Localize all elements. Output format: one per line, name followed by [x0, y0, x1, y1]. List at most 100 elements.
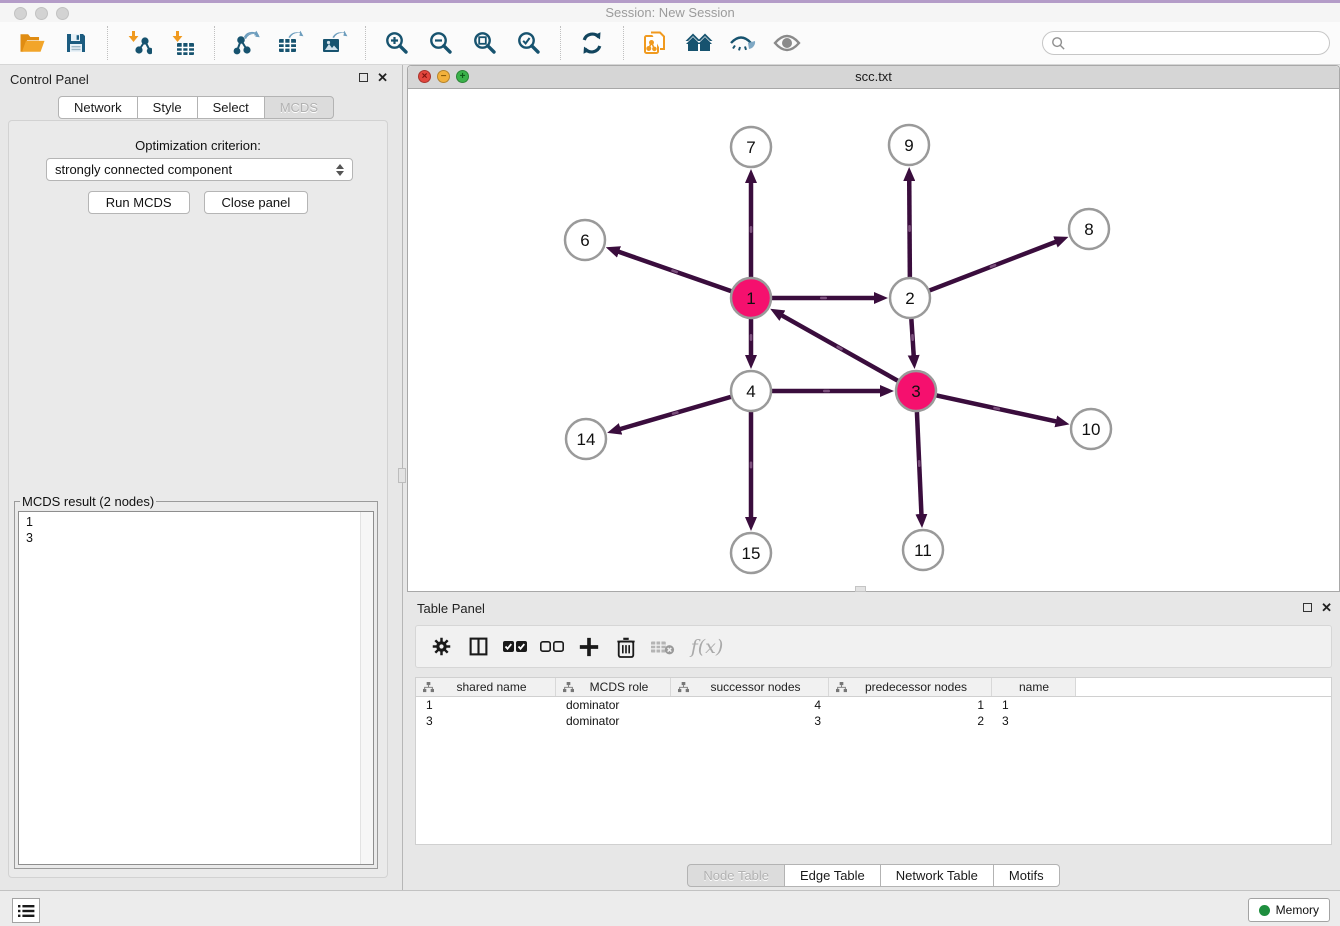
table-tabs: Node TableEdge TableNetwork TableMotifs [407, 864, 1340, 887]
mcds-result-text[interactable]: 13 [18, 511, 374, 865]
add-column-icon[interactable] [576, 634, 602, 660]
node-table: shared nameMCDS rolesuccessor nodesprede… [415, 677, 1332, 845]
toolbar-separator [214, 26, 215, 60]
network-window-titlebar[interactable]: scc.txt × − + [408, 66, 1339, 89]
status-bar: Memory [0, 890, 1340, 926]
table-row[interactable]: 3dominator323 [416, 713, 1331, 729]
cell-mcds-role[interactable]: dominator [556, 697, 671, 713]
mcds-result-group: MCDS result (2 nodes) 13 [14, 494, 378, 869]
node-label: 9 [904, 136, 913, 155]
close-view-button[interactable]: × [418, 70, 431, 83]
zoom-selected-icon[interactable] [514, 28, 544, 58]
result-line: 1 [26, 514, 373, 530]
hide-graphics-details-icon[interactable] [728, 28, 758, 58]
toolbar-separator [560, 26, 561, 60]
search-input[interactable] [1066, 35, 1321, 51]
main-toolbar [0, 22, 1340, 65]
delete-columns-icon[interactable] [613, 634, 639, 660]
optimization-criterion-label: Optimization criterion: [9, 138, 387, 153]
clone-network-icon[interactable] [640, 28, 670, 58]
memory-label: Memory [1276, 903, 1319, 917]
tab-network[interactable]: Network [58, 96, 138, 119]
cell-shared-name[interactable]: 3 [416, 713, 556, 729]
cell-successor-nodes[interactable]: 3 [671, 713, 829, 729]
column-header-successor-nodes[interactable]: successor nodes [671, 678, 829, 696]
import-network-icon[interactable] [124, 28, 154, 58]
open-session-icon[interactable] [17, 28, 47, 58]
column-header-shared-name[interactable]: shared name [416, 678, 556, 696]
cell-name[interactable]: 1 [992, 697, 1076, 713]
toolbar-separator [107, 26, 108, 60]
export-network-icon[interactable] [231, 28, 261, 58]
table-settings-icon[interactable] [428, 634, 454, 660]
minimize-view-button[interactable]: − [437, 70, 450, 83]
tab-edge-table[interactable]: Edge Table [784, 864, 881, 887]
column-header-mcds-role[interactable]: MCDS role [556, 678, 671, 696]
select-all-columns-icon[interactable] [502, 634, 528, 660]
birds-eye-view-icon[interactable] [772, 28, 802, 58]
close-panel-icon[interactable]: ✕ [377, 73, 388, 82]
table-panel: Table Panel ✕ [407, 595, 1340, 890]
close-window-button[interactable] [14, 7, 27, 20]
zoom-window-button[interactable] [56, 7, 69, 20]
cell-shared-name[interactable]: 1 [416, 697, 556, 713]
delete-table-icon[interactable] [650, 634, 676, 660]
zoom-out-icon[interactable] [426, 28, 456, 58]
close-table-panel-icon[interactable]: ✕ [1321, 603, 1332, 612]
app-title: Session: New Session [0, 3, 1340, 23]
table-toolbar: f(x) [415, 625, 1332, 668]
tab-network-table[interactable]: Network Table [880, 864, 994, 887]
column-header-predecessor-nodes[interactable]: predecessor nodes [829, 678, 992, 696]
toggle-panel-icon[interactable] [465, 634, 491, 660]
control-panel: Control Panel ✕ NetworkStyleSelectMCDS O… [0, 65, 396, 890]
export-table-icon[interactable] [275, 28, 305, 58]
table-row[interactable]: 1dominator411 [416, 697, 1331, 713]
criterion-select[interactable]: strongly connected component [46, 158, 353, 181]
tab-style[interactable]: Style [137, 96, 198, 119]
table-header-row: shared nameMCDS rolesuccessor nodesprede… [416, 678, 1331, 697]
node-label: 3 [911, 382, 920, 401]
tab-node-table[interactable]: Node Table [687, 864, 785, 887]
home-icon[interactable] [684, 28, 714, 58]
apply-layout-icon[interactable] [577, 28, 607, 58]
column-header-filler [1076, 678, 1331, 696]
search-box[interactable] [1042, 31, 1330, 55]
zoom-view-button[interactable]: + [456, 70, 469, 83]
cell-successor-nodes[interactable]: 4 [671, 697, 829, 713]
result-scrollbar[interactable] [360, 512, 373, 864]
tab-mcds[interactable]: MCDS [264, 96, 334, 119]
import-table-icon[interactable] [168, 28, 198, 58]
cell-predecessor-nodes[interactable]: 2 [829, 713, 992, 729]
close-panel-button[interactable]: Close panel [204, 191, 309, 214]
node-label: 15 [742, 544, 761, 563]
node-label: 1 [746, 289, 755, 308]
node-label: 6 [580, 231, 589, 250]
tab-select[interactable]: Select [197, 96, 265, 119]
float-table-panel-icon[interactable] [1303, 603, 1312, 612]
task-history-button[interactable] [12, 898, 40, 923]
unselect-all-columns-icon[interactable] [539, 634, 565, 660]
zoom-in-icon[interactable] [382, 28, 412, 58]
run-mcds-button[interactable]: Run MCDS [88, 191, 190, 214]
horizontal-splitter-grip[interactable] [855, 586, 866, 592]
cell-mcds-role[interactable]: dominator [556, 713, 671, 729]
cell-name[interactable]: 3 [992, 713, 1076, 729]
network-canvas[interactable]: 7968124314101511 [408, 88, 1339, 592]
memory-button[interactable]: Memory [1248, 898, 1330, 922]
tab-motifs[interactable]: Motifs [993, 864, 1060, 887]
node-label: 11 [914, 541, 932, 560]
cell-predecessor-nodes[interactable]: 1 [829, 697, 992, 713]
save-session-icon[interactable] [61, 28, 91, 58]
node-label: 8 [1084, 220, 1093, 239]
export-image-icon[interactable] [319, 28, 349, 58]
function-builder-icon[interactable]: f(x) [687, 634, 727, 660]
toolbar-separator [623, 26, 624, 60]
column-header-name[interactable]: name [992, 678, 1076, 696]
list-icon [17, 903, 35, 919]
minimize-window-button[interactable] [35, 7, 48, 20]
float-panel-icon[interactable] [359, 73, 368, 82]
zoom-fit-icon[interactable] [470, 28, 500, 58]
app-titlebar: Session: New Session [0, 3, 1340, 22]
vertical-splitter-grip[interactable] [398, 468, 406, 483]
memory-status-icon [1259, 905, 1270, 916]
